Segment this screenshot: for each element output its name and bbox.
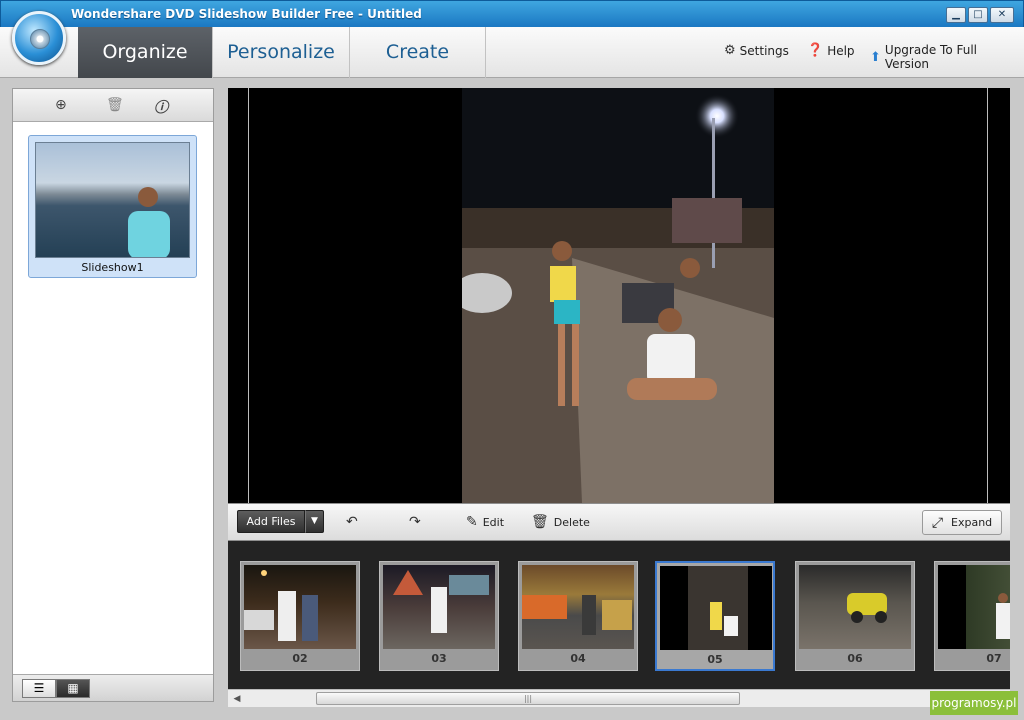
watermark: programosy.pl (930, 691, 1018, 715)
tab-personalize[interactable]: Personalize (213, 27, 350, 78)
film-thumbnail (660, 566, 772, 650)
add-files-dropdown-icon[interactable]: ▼ (305, 510, 324, 533)
film-thumbnail (799, 565, 911, 649)
trash-icon[interactable]: 🗑 (106, 97, 124, 113)
film-number: 05 (707, 653, 723, 666)
film-number: 03 (431, 652, 447, 665)
list-view-button[interactable]: ☰ (22, 679, 56, 698)
expand-label: Expand (951, 516, 993, 529)
night-street-photo (462, 88, 774, 503)
settings-label: Settings (739, 43, 789, 58)
close-button[interactable]: ✕ (990, 7, 1014, 23)
film-number: 04 (570, 652, 586, 665)
add-slideshow-icon[interactable]: ⊕ (55, 97, 67, 113)
slideshow-item[interactable]: Slideshow1 (28, 135, 197, 278)
film-item[interactable]: 06 (795, 561, 915, 671)
film-item-selected[interactable]: 05 (655, 561, 775, 671)
edit-button[interactable]: ✎ Edit (466, 514, 504, 530)
view-switcher: ☰ ▦ (13, 674, 213, 701)
slideshow-thumbnail (35, 142, 190, 258)
scrollbar-thumb[interactable]: ||| (316, 692, 740, 705)
film-thumbnail (938, 565, 1010, 649)
film-item[interactable]: 02 (240, 561, 360, 671)
preview-window (228, 88, 1010, 503)
expand-icon: ⤢ (931, 514, 944, 531)
slideshow-panel: ⊕ 🗑 ⓘ Slideshow1 ☰ ▦ (12, 88, 214, 702)
preview-guide-right (987, 88, 988, 503)
upgrade-link[interactable]: ⬆ Upgrade To Full Version (870, 43, 1024, 71)
filmstrip: 02 03 04 05 06 07 (228, 541, 1010, 689)
help-icon: ❓ (807, 43, 824, 58)
help-label: Help (827, 43, 855, 58)
delete-button[interactable]: 🗑 Delete (531, 514, 590, 530)
add-files-button[interactable]: Add Files (237, 510, 305, 533)
window-title: Wondershare DVD Slideshow Builder Free -… (71, 7, 422, 21)
tab-create[interactable]: Create (350, 27, 486, 78)
rotate-left-icon: ↶ (346, 514, 358, 530)
rotate-right-button[interactable]: ↷ (409, 514, 421, 530)
film-thumbnail (383, 565, 495, 649)
delete-label: Delete (553, 515, 590, 529)
film-thumbnail (244, 565, 356, 649)
edit-toolbar: Add Files ▼ ↶ ↷ ✎ Edit 🗑 Delete ⤢ Expand (228, 503, 1010, 541)
edit-label: Edit (482, 515, 505, 529)
preview-photo (462, 88, 774, 503)
filmstrip-scrollbar[interactable]: ◀ ||| (228, 689, 1010, 707)
pencil-icon: ✎ (466, 514, 478, 530)
film-number: 02 (292, 652, 308, 665)
minimize-button[interactable]: ▁ (946, 7, 966, 23)
upgrade-label: Upgrade To Full Version (884, 43, 977, 71)
film-item[interactable]: 04 (518, 561, 638, 671)
thumbnail-view-button[interactable]: ▦ (56, 679, 90, 698)
film-thumbnail (522, 565, 634, 649)
scroll-left-arrow-icon[interactable]: ◀ (230, 692, 244, 706)
title-bar: Wondershare DVD Slideshow Builder Free -… (0, 0, 1024, 28)
slideshow-label: Slideshow1 (81, 261, 144, 274)
film-number: 07 (986, 652, 1002, 665)
film-item[interactable]: 07 (934, 561, 1010, 671)
gear-icon: ⚙ (724, 43, 736, 58)
trash-icon: 🗑 (531, 514, 549, 530)
film-item[interactable]: 03 (379, 561, 499, 671)
rotate-left-button[interactable]: ↶ (346, 514, 358, 530)
film-number: 06 (847, 652, 863, 665)
slideshow-panel-toolbar: ⊕ 🗑 ⓘ (13, 89, 213, 122)
expand-button[interactable]: ⤢ Expand (922, 510, 1002, 535)
tab-organize[interactable]: Organize (78, 27, 213, 78)
preview-guide-left (248, 88, 249, 503)
settings-link[interactable]: ⚙ Settings (724, 43, 789, 58)
info-icon[interactable]: ⓘ (154, 97, 168, 117)
app-logo-icon[interactable] (12, 11, 66, 65)
upgrade-arrow-icon: ⬆ (870, 49, 881, 65)
person-figure-icon (128, 187, 170, 257)
maximize-button[interactable]: □ (968, 7, 988, 23)
rotate-right-icon: ↷ (409, 514, 421, 530)
help-link[interactable]: ❓ Help (807, 43, 855, 58)
